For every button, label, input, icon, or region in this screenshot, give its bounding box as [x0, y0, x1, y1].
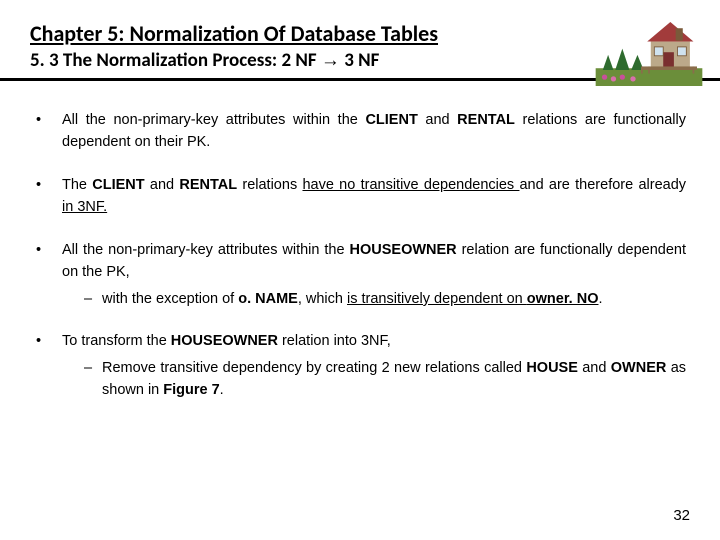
text: .	[220, 382, 224, 398]
text: relation into 3NF,	[278, 333, 391, 349]
section-prefix: 5. 3 The Normalization Process: 2 NF	[30, 49, 321, 72]
text: and	[578, 360, 611, 376]
arrow-icon: →	[321, 50, 340, 71]
keyword-client: CLIENT	[365, 112, 417, 128]
text: and are therefore already	[519, 177, 686, 193]
keyword-houseowner: HOUSEOWNER	[171, 333, 278, 349]
bullet-3: All the non-primary-key attributes withi…	[34, 239, 686, 310]
bullet-3-sub: with the exception of o. NAME, which is …	[84, 288, 686, 310]
text: All the non-primary-key attributes withi…	[62, 242, 350, 258]
slide-body: All the non-primary-key attributes withi…	[0, 81, 720, 402]
section-title: 5. 3 The Normalization Process: 2 NF → 3…	[30, 49, 690, 72]
underline-phrase: have no transitive dependencies	[302, 177, 519, 193]
text: , which	[298, 291, 347, 307]
keyword-figure: Figure 7	[163, 382, 219, 398]
keyword-houseowner: HOUSEOWNER	[350, 242, 457, 258]
keyword-oname: o. NAME	[238, 291, 298, 307]
underline-phrase: is transitively dependent on	[347, 291, 527, 307]
text: All the non-primary-key attributes withi…	[62, 112, 365, 128]
bullet-4: To transform the HOUSEOWNER relation int…	[34, 330, 686, 401]
keyword-rental: RENTAL	[457, 112, 515, 128]
text: and	[145, 177, 180, 193]
bullet-1: All the non-primary-key attributes withi…	[34, 109, 686, 154]
page-number: 32	[673, 507, 690, 524]
keyword-rental: RENTAL	[179, 177, 237, 193]
keyword-owner: OWNER	[611, 360, 667, 376]
bullet-2: The CLIENT and RENTAL relations have no …	[34, 174, 686, 219]
keyword-ownerno: owner. NO	[527, 291, 599, 307]
chapter-title: Chapter 5: Normalization Of Database Tab…	[30, 20, 690, 47]
keyword-client: CLIENT	[92, 177, 144, 193]
section-suffix: 3 NF	[340, 49, 379, 72]
keyword-house: HOUSE	[526, 360, 578, 376]
text: with the exception of	[102, 291, 238, 307]
text: relations	[237, 177, 302, 193]
text: To transform the	[62, 333, 171, 349]
underline-phrase: in 3NF.	[62, 199, 107, 215]
text: and	[418, 112, 457, 128]
text: .	[598, 291, 602, 307]
house-garden-illustration	[594, 6, 704, 86]
text: Remove transitive dependency by creating…	[102, 360, 526, 376]
text: The	[62, 177, 92, 193]
bullet-4-sub: Remove transitive dependency by creating…	[84, 357, 686, 402]
